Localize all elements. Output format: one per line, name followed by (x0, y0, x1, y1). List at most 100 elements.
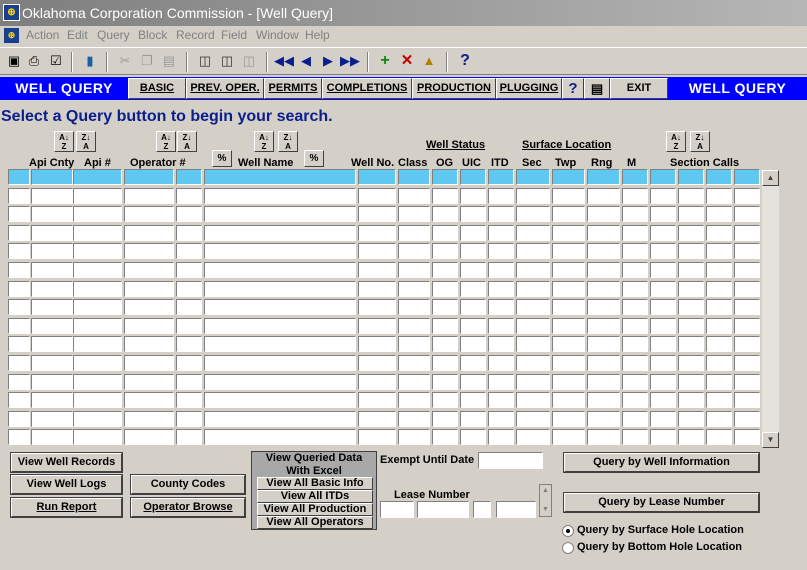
grid-cell[interactable] (650, 243, 676, 259)
grid-cell[interactable] (587, 336, 620, 352)
grid-cell[interactable] (358, 225, 396, 241)
grid-cell[interactable] (358, 169, 396, 185)
grid-cell[interactable] (176, 411, 202, 427)
grid-cell[interactable] (488, 206, 514, 222)
grid-cell[interactable] (432, 206, 458, 222)
menu-field[interactable]: Field (221, 28, 247, 42)
operator-browse-button[interactable]: Operator Browse (130, 497, 246, 518)
grid-cell[interactable] (358, 374, 396, 390)
grid-cell[interactable] (622, 225, 648, 241)
grid-cell[interactable] (706, 374, 732, 390)
sort-ascending-api-button[interactable]: A↓ Z (54, 131, 74, 152)
grid-cell[interactable] (8, 411, 30, 427)
view-all-operators-button[interactable]: View All Operators (257, 516, 373, 529)
grid-cell[interactable] (73, 392, 122, 408)
grid-cell[interactable] (516, 281, 550, 297)
grid-cell[interactable] (622, 243, 648, 259)
menu-block[interactable]: Block (138, 28, 167, 42)
grid-cell[interactable] (706, 243, 732, 259)
grid-cell[interactable] (734, 281, 760, 297)
grid-cell[interactable] (204, 411, 356, 427)
grid-cell[interactable] (706, 281, 732, 297)
grid-cell[interactable] (31, 225, 73, 241)
grid-cell[interactable] (622, 392, 648, 408)
grid-cell[interactable] (706, 299, 732, 315)
grid-cell[interactable] (73, 318, 122, 334)
grid-cell[interactable] (678, 336, 704, 352)
grid-cell[interactable] (31, 336, 73, 352)
grid-cell[interactable] (552, 318, 585, 334)
grid-cell[interactable] (516, 355, 550, 371)
grid-cell[interactable] (358, 206, 396, 222)
grid-cell[interactable] (552, 299, 585, 315)
grid-cell[interactable] (706, 392, 732, 408)
grid-cell[interactable] (176, 188, 202, 204)
grid-cell[interactable] (587, 318, 620, 334)
grid-cell[interactable] (204, 281, 356, 297)
grid-cell[interactable] (678, 355, 704, 371)
surface-hole-radio[interactable] (562, 525, 574, 537)
grid-cell[interactable] (31, 374, 73, 390)
bottom-hole-radio[interactable] (562, 542, 574, 554)
grid-cell[interactable] (587, 243, 620, 259)
grid-cell[interactable] (460, 336, 486, 352)
grid-cell[interactable] (622, 336, 648, 352)
grid-cell[interactable] (488, 225, 514, 241)
grid-cell[interactable] (8, 429, 30, 445)
grid-cell[interactable] (734, 169, 760, 185)
grid-cell[interactable] (432, 281, 458, 297)
grid-cell[interactable] (678, 262, 704, 278)
view-all-itds-button[interactable]: View All ITDs (257, 490, 373, 503)
grid-cell[interactable] (650, 299, 676, 315)
grid-cell[interactable] (176, 392, 202, 408)
grid-cell[interactable] (552, 336, 585, 352)
grid-cell[interactable] (516, 318, 550, 334)
first-record-icon[interactable]: ◀◀ (274, 51, 294, 71)
grid-cell[interactable] (73, 411, 122, 427)
grid-cell[interactable] (124, 411, 174, 427)
grid-cell[interactable] (587, 374, 620, 390)
grid-cell[interactable] (204, 206, 356, 222)
grid-cell[interactable] (398, 429, 430, 445)
lease-number-field-1[interactable] (380, 501, 414, 518)
grid-cell[interactable] (488, 262, 514, 278)
grid-cell[interactable] (678, 429, 704, 445)
grid-cell[interactable] (622, 169, 648, 185)
exit-door-icon[interactable]: ▮ (80, 51, 100, 71)
grid-cell[interactable] (31, 299, 73, 315)
grid-cell[interactable] (124, 169, 174, 185)
print-icon[interactable]: ⎙ (24, 51, 44, 71)
grid-cell[interactable] (488, 374, 514, 390)
grid-cell[interactable] (650, 188, 676, 204)
grid-cell[interactable] (358, 411, 396, 427)
next-record-icon[interactable]: ▶ (318, 51, 338, 71)
wildcard-prefix-button[interactable]: % (212, 150, 232, 167)
grid-cell[interactable] (460, 206, 486, 222)
last-record-icon[interactable]: ▶▶ (340, 51, 360, 71)
menu-record[interactable]: Record (176, 28, 215, 42)
grid-cell[interactable] (587, 225, 620, 241)
grid-cell[interactable] (650, 318, 676, 334)
grid-cell[interactable] (460, 318, 486, 334)
grid-cell[interactable] (204, 336, 356, 352)
grid-cell[interactable] (460, 169, 486, 185)
grid-cell[interactable] (706, 411, 732, 427)
grid-cell[interactable] (552, 429, 585, 445)
grid-cell[interactable] (587, 355, 620, 371)
grid-cell[interactable] (204, 374, 356, 390)
grid-cell[interactable] (706, 336, 732, 352)
grid-cell[interactable] (706, 429, 732, 445)
grid-cell[interactable] (124, 243, 174, 259)
grid-cell[interactable] (552, 411, 585, 427)
grid-cell[interactable] (734, 355, 760, 371)
grid-cell[interactable] (678, 374, 704, 390)
grid-cell[interactable] (734, 374, 760, 390)
grid-cell[interactable] (204, 262, 356, 278)
grid-cell[interactable] (176, 281, 202, 297)
grid-cell[interactable] (650, 206, 676, 222)
tab-plugging[interactable]: PLUGGING (496, 78, 562, 99)
grid-cell[interactable] (552, 225, 585, 241)
grid-cell[interactable] (706, 225, 732, 241)
grid-cell[interactable] (734, 429, 760, 445)
grid-cell[interactable] (398, 206, 430, 222)
